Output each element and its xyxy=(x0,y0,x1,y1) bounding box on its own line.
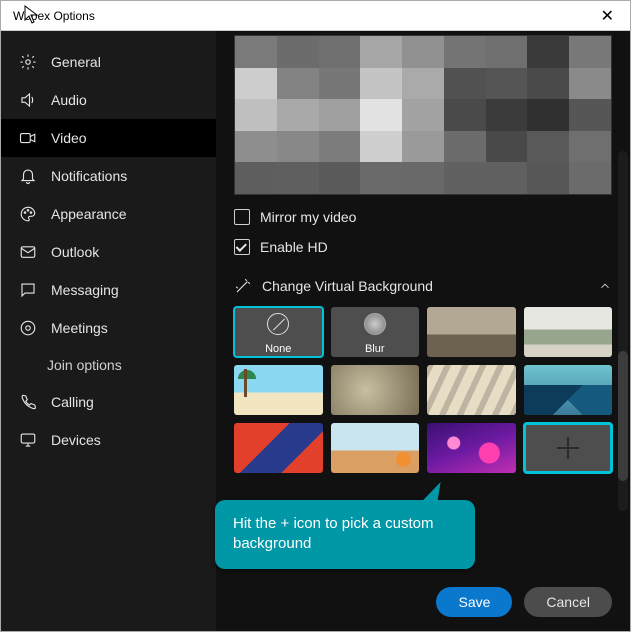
gear-icon xyxy=(19,53,37,71)
tile-caption: Blur xyxy=(331,343,420,355)
monitor-icon xyxy=(19,431,37,449)
none-icon xyxy=(267,313,289,335)
bg-tile-space[interactable] xyxy=(427,423,516,473)
sidebar-item-label: Messaging xyxy=(51,282,119,298)
chevron-up-icon xyxy=(598,279,612,293)
save-button[interactable]: Save xyxy=(436,587,512,617)
options-window: Webex Options ✕ General Audio Video Noti… xyxy=(0,0,631,632)
sidebar-item-label: Notifications xyxy=(51,168,127,184)
bg-tile-soft-blur[interactable] xyxy=(331,365,420,415)
speaker-icon xyxy=(19,91,37,109)
palette-icon xyxy=(19,205,37,223)
sidebar-item-meetings[interactable]: Meetings xyxy=(1,309,216,347)
background-grid: None Blur xyxy=(234,307,612,473)
sidebar-item-label: Calling xyxy=(51,394,94,410)
sidebar-item-label: Outlook xyxy=(51,244,99,260)
virtual-background-header[interactable]: Change Virtual Background xyxy=(234,277,612,303)
bg-tile-add-custom[interactable] xyxy=(524,423,613,473)
bg-tile-none[interactable]: None xyxy=(234,307,323,357)
sidebar-item-audio[interactable]: Audio xyxy=(1,81,216,119)
window-close-button[interactable]: ✕ xyxy=(595,6,620,26)
bg-tile-abstract-red[interactable] xyxy=(234,423,323,473)
mirror-video-label: Mirror my video xyxy=(260,209,356,225)
bg-tile-blur[interactable]: Blur xyxy=(331,307,420,357)
tile-caption: None xyxy=(234,343,323,355)
sidebar-item-label: Appearance xyxy=(51,206,127,222)
cursor-icon xyxy=(24,5,40,30)
sidebar-item-label: Join options xyxy=(47,357,122,373)
sidebar-item-label: Video xyxy=(51,130,87,146)
video-preview xyxy=(234,35,612,195)
scrollbar-thumb[interactable] xyxy=(618,351,628,481)
meetings-icon xyxy=(19,319,37,337)
sidebar-item-messaging[interactable]: Messaging xyxy=(1,271,216,309)
tooltip-callout: Hit the + icon to pick a custom backgrou… xyxy=(215,500,475,569)
plus-icon xyxy=(557,437,579,459)
sidebar-item-label: Meetings xyxy=(51,320,108,336)
bell-icon xyxy=(19,167,37,185)
bg-tile-mountains[interactable] xyxy=(524,365,613,415)
scrollbar[interactable] xyxy=(618,151,628,511)
dialog-footer: Save Cancel xyxy=(436,587,612,617)
cancel-button[interactable]: Cancel xyxy=(524,587,612,617)
video-icon xyxy=(19,129,37,147)
sidebar-item-general[interactable]: General xyxy=(1,43,216,81)
bg-tile-living-room[interactable] xyxy=(524,307,613,357)
enable-hd-option[interactable]: Enable HD xyxy=(234,239,612,255)
bg-tile-window-light[interactable] xyxy=(427,365,516,415)
bg-tile-office[interactable] xyxy=(427,307,516,357)
callout-text: Hit the + icon to pick a custom backgrou… xyxy=(233,515,434,552)
sidebar-item-notifications[interactable]: Notifications xyxy=(1,157,216,195)
sidebar-item-label: General xyxy=(51,54,101,70)
pixelated-preview xyxy=(234,35,612,195)
sidebar: General Audio Video Notifications Appear… xyxy=(1,31,216,631)
titlebar: Webex Options ✕ xyxy=(1,1,630,31)
enable-hd-label: Enable HD xyxy=(260,239,328,255)
sidebar-item-outlook[interactable]: Outlook xyxy=(1,233,216,271)
sidebar-item-label: Audio xyxy=(51,92,87,108)
phone-icon xyxy=(19,393,37,411)
sidebar-item-video[interactable]: Video xyxy=(1,119,216,157)
sidebar-item-label: Devices xyxy=(51,432,101,448)
section-label: Change Virtual Background xyxy=(262,278,433,294)
mail-icon xyxy=(19,243,37,261)
blur-icon xyxy=(364,313,386,335)
chat-icon xyxy=(19,281,37,299)
bg-tile-3d-room[interactable] xyxy=(331,423,420,473)
sidebar-item-join-options[interactable]: Join options xyxy=(1,347,216,383)
bg-tile-beach[interactable] xyxy=(234,365,323,415)
wand-icon xyxy=(234,277,252,295)
sidebar-item-devices[interactable]: Devices xyxy=(1,421,216,459)
mirror-video-option[interactable]: Mirror my video xyxy=(234,209,612,225)
sidebar-item-appearance[interactable]: Appearance xyxy=(1,195,216,233)
checkbox-icon[interactable] xyxy=(234,209,250,225)
sidebar-item-calling[interactable]: Calling xyxy=(1,383,216,421)
checkbox-icon[interactable] xyxy=(234,239,250,255)
